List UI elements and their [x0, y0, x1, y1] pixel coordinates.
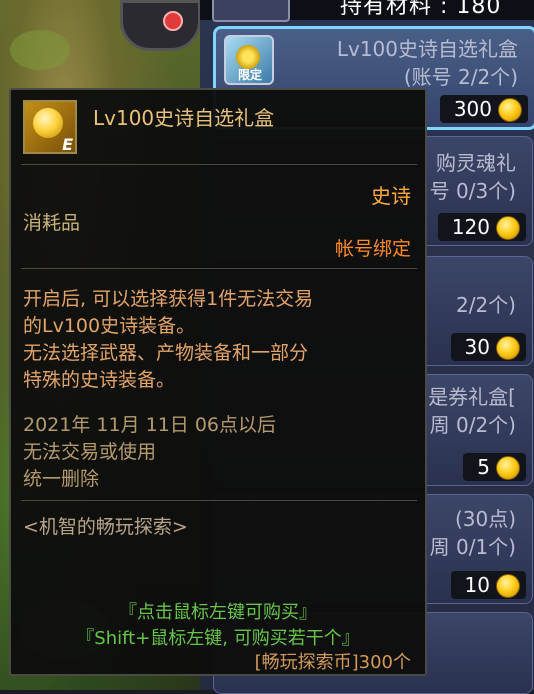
price-bar: 120 — [437, 213, 526, 241]
holding-material-count: 持有材料 : 180 — [340, 0, 502, 19]
item-description: 开启后, 可以选择获得1件无法交易 的Lv100史诗装备。 无法选择武器、产物装… — [23, 288, 314, 391]
robot-eye-icon — [163, 11, 183, 31]
gift-box-icon: E — [23, 100, 77, 154]
coin-icon — [496, 216, 520, 240]
coin-icon — [498, 98, 522, 122]
coin-icon — [496, 574, 520, 598]
limited-tag: 限定 — [238, 68, 263, 82]
item-type-label: 消耗品 — [23, 212, 81, 234]
coin-icon — [496, 456, 520, 480]
currency-cost: [畅玩探索币]300个 — [254, 652, 411, 673]
price-bar: 30 — [450, 333, 526, 361]
price-bar: 10 — [450, 571, 526, 599]
item-tooltip: E Lv100史诗自选礼盒 史诗 消耗品 帐号绑定 开启后, 可以选择获得1件无… — [9, 88, 427, 676]
shop-item-name: 是券礼盒[ 周 0/2个) — [428, 385, 516, 437]
divider — [21, 268, 417, 269]
coin-icon — [496, 336, 520, 360]
shop-item-name: (30点) 周 0/1个) — [429, 507, 516, 559]
shift-click-buy-hint: 『Shift+鼠标左键, 可购买若干个』 — [76, 628, 360, 649]
gift-orb-icon — [33, 108, 63, 138]
divider — [21, 500, 417, 501]
shop-item-name: 购灵魂礼 号 0/3个) — [429, 151, 516, 203]
price-bar: 300 — [439, 95, 528, 123]
price-bar: 5 — [463, 453, 526, 481]
click-buy-hint: 『点击鼠标左键可购买』 — [119, 602, 317, 623]
rarity-label: 史诗 — [371, 184, 411, 208]
shop-item-price: 120 — [451, 215, 490, 239]
grade-letter: E — [62, 135, 73, 154]
shop-item-price: 300 — [453, 97, 492, 121]
shop-top-tab[interactable] — [212, 0, 290, 22]
gift-box-icon: 限定 — [224, 35, 274, 85]
item-source: <机智的畅玩探索> — [23, 516, 188, 538]
tooltip-title: Lv100史诗自选礼盒 — [93, 106, 275, 130]
shop-item-name: 2/2个) — [456, 293, 516, 317]
expiry-notice: 2021年 11月 11日 06点以后 无法交易或使用 统一删除 — [23, 414, 277, 490]
robot-character — [120, 0, 201, 51]
shop-item-price: 10 — [464, 573, 490, 597]
shop-item-price: 30 — [464, 335, 490, 359]
bind-type-label: 帐号绑定 — [334, 238, 411, 260]
shop-item-price: 5 — [477, 455, 490, 479]
divider — [21, 164, 417, 165]
shop-item-name: Lv100史诗自选礼盒 (账号 2/2个) — [336, 37, 518, 89]
